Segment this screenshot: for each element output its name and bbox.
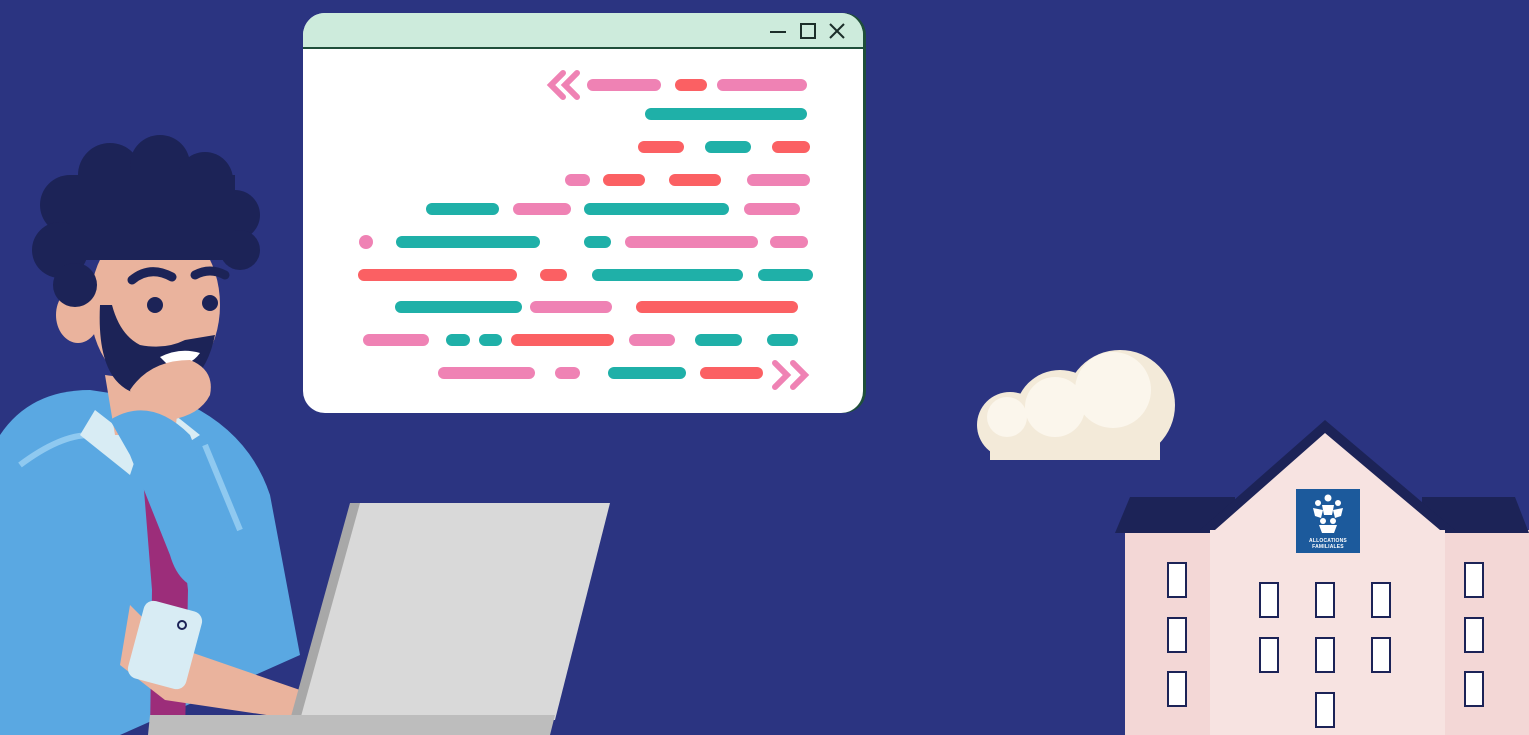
chevron-right-icon xyxy=(772,360,810,390)
code-lines xyxy=(358,70,813,390)
caf-logo: ALLOCATIONS FAMILIALES xyxy=(1296,489,1360,553)
family-logo-icon xyxy=(1313,494,1343,533)
caf-building xyxy=(1115,420,1529,735)
logo-line-2: FAMILIALES xyxy=(1312,544,1344,550)
logo-text: ALLOCATIONS FAMILIALES xyxy=(1296,538,1360,550)
code-window xyxy=(303,13,863,413)
chevron-left-icon xyxy=(546,70,580,100)
